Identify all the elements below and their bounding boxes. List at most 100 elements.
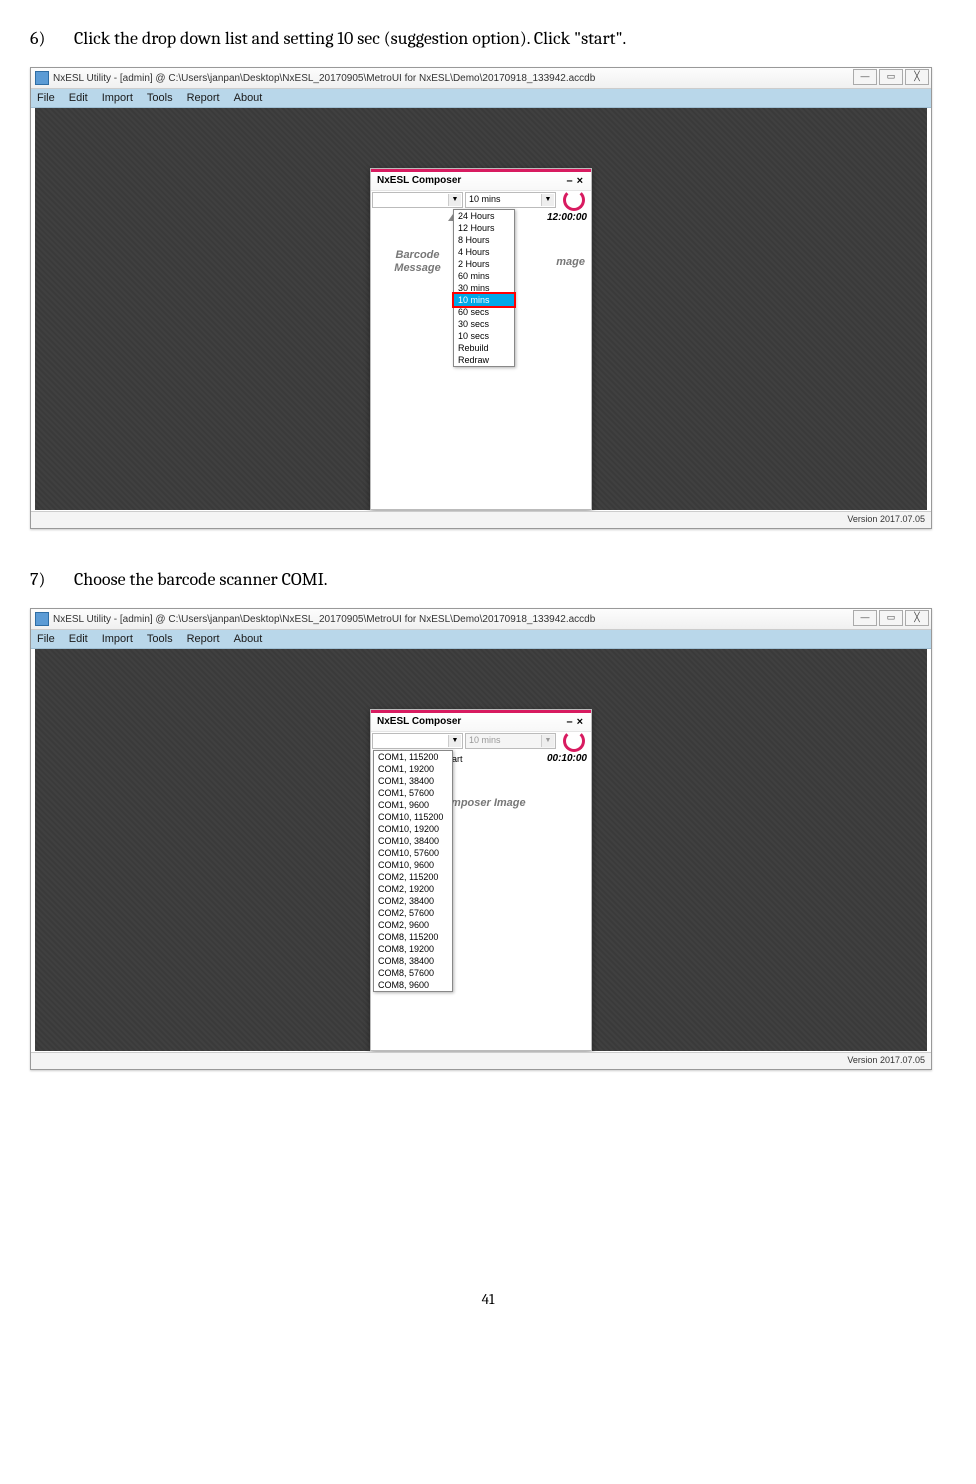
minimize-button[interactable]: — <box>853 69 877 85</box>
port-combo[interactable]: ▼ <box>372 733 463 749</box>
step-7-text: Choose the barcode scanner COMI. <box>74 569 328 590</box>
port-option[interactable]: COM10, 115200 <box>374 811 452 823</box>
interval-option[interactable]: Redraw <box>454 354 514 366</box>
maximize-button[interactable]: ▭ <box>879 69 903 85</box>
interval-option[interactable]: 4 Hours <box>454 246 514 258</box>
composer-minimize[interactable]: – <box>566 716 576 728</box>
menu-about[interactable]: About <box>234 92 263 104</box>
interval-combo-value: 10 mins <box>469 735 501 745</box>
interval-combo[interactable]: 10 mins ▼ <box>465 192 556 208</box>
composer-header: NxESL Composer –× <box>371 169 591 190</box>
composer-title: NxESL Composer <box>377 716 461 727</box>
port-option[interactable]: COM10, 9600 <box>374 859 452 871</box>
port-option[interactable]: COM2, 9600 <box>374 919 452 931</box>
menu-import[interactable]: Import <box>102 633 133 645</box>
window-title: NxESL Utility - [admin] @ C:\Users\janpa… <box>53 614 595 625</box>
workspace: NxESL Composer –× ▼ 10 mins ▼ <box>35 649 927 1051</box>
port-option[interactable]: COM8, 19200 <box>374 943 452 955</box>
interval-option[interactable]: 30 mins <box>454 282 514 294</box>
menu-file[interactable]: File <box>37 92 55 104</box>
port-option[interactable]: COM8, 9600 <box>374 979 452 991</box>
interval-option[interactable]: 10 secs <box>454 330 514 342</box>
port-option[interactable]: COM2, 115200 <box>374 871 452 883</box>
menu-import[interactable]: Import <box>102 92 133 104</box>
menu-report[interactable]: Report <box>187 633 220 645</box>
step-7-heading: 7) Choose the barcode scanner COMI. <box>30 569 946 590</box>
app-window-2: NxESL Utility - [admin] @ C:\Users\janpa… <box>30 608 932 1070</box>
interval-option[interactable]: 12 Hours <box>454 222 514 234</box>
interval-option[interactable]: 10 mins <box>454 294 514 306</box>
port-option[interactable]: COM8, 115200 <box>374 931 452 943</box>
interval-option[interactable]: 8 Hours <box>454 234 514 246</box>
menu-about[interactable]: About <box>234 633 263 645</box>
chevron-down-icon: ▼ <box>541 735 554 747</box>
port-combo[interactable]: ▼ <box>372 192 463 208</box>
interval-combo-value: 10 mins <box>469 194 501 204</box>
menu-tools[interactable]: Tools <box>147 92 173 104</box>
menu-edit[interactable]: Edit <box>69 92 88 104</box>
app-window-1: NxESL Utility - [admin] @ C:\Users\janpa… <box>30 67 932 529</box>
chevron-down-icon: ▼ <box>541 194 554 206</box>
statusbar: Version 2017.07.05 <box>31 1052 931 1069</box>
composer-close[interactable]: × <box>577 175 587 187</box>
app-icon <box>35 612 49 626</box>
interval-option[interactable]: 24 Hours <box>454 210 514 222</box>
version-label: Version 2017.07.05 <box>847 514 925 524</box>
timer-label: 00:10:00 <box>535 750 591 768</box>
interval-option[interactable]: Rebuild <box>454 342 514 354</box>
port-option[interactable]: COM10, 57600 <box>374 847 452 859</box>
port-option[interactable]: COM1, 38400 <box>374 775 452 787</box>
menu-tools[interactable]: Tools <box>147 633 173 645</box>
menubar: File Edit Import Tools Report About <box>31 89 931 108</box>
interval-option[interactable]: 30 secs <box>454 318 514 330</box>
page-number: 41 <box>30 1290 946 1308</box>
step-6-text: Click the drop down list and setting 10 … <box>74 28 626 49</box>
port-option[interactable]: COM2, 38400 <box>374 895 452 907</box>
composer-title: NxESL Composer <box>377 175 461 186</box>
step-6-heading: 6) Click the drop down list and setting … <box>30 28 946 49</box>
composer-minimize[interactable]: – <box>566 175 576 187</box>
interval-option[interactable]: 60 secs <box>454 306 514 318</box>
step-6-number: 6) <box>30 28 70 49</box>
composer-header-buttons: –× <box>566 713 587 731</box>
interval-dropdown[interactable]: 24 Hours12 Hours8 Hours4 Hours2 Hours60 … <box>453 209 515 367</box>
port-option[interactable]: COM8, 57600 <box>374 967 452 979</box>
port-option[interactable]: COM1, 19200 <box>374 763 452 775</box>
minimize-button[interactable]: — <box>853 610 877 626</box>
version-label: Version 2017.07.05 <box>847 1055 925 1065</box>
port-option[interactable]: COM1, 57600 <box>374 787 452 799</box>
composer-header: NxESL Composer –× <box>371 710 591 731</box>
close-button[interactable]: ╳ <box>905 610 929 626</box>
close-button[interactable]: ╳ <box>905 69 929 85</box>
port-option[interactable]: COM1, 115200 <box>374 751 452 763</box>
titlebar: NxESL Utility - [admin] @ C:\Users\janpa… <box>31 609 931 630</box>
interval-combo[interactable]: 10 mins ▼ <box>465 733 556 749</box>
port-option[interactable]: COM1, 9600 <box>374 799 452 811</box>
maximize-button[interactable]: ▭ <box>879 610 903 626</box>
statusbar: Version 2017.07.05 <box>31 511 931 528</box>
menu-report[interactable]: Report <box>187 92 220 104</box>
port-option[interactable]: COM10, 19200 <box>374 823 452 835</box>
menubar: File Edit Import Tools Report About <box>31 630 931 649</box>
composer-close[interactable]: × <box>577 716 587 728</box>
window-title: NxESL Utility - [admin] @ C:\Users\janpa… <box>53 73 595 84</box>
chevron-down-icon: ▼ <box>448 735 461 747</box>
window-buttons: — ▭ ╳ <box>853 610 929 626</box>
spinner-cell <box>557 732 591 750</box>
port-dropdown[interactable]: COM1, 115200COM1, 19200COM1, 38400COM1, … <box>373 750 453 992</box>
app-icon <box>35 71 49 85</box>
port-option[interactable]: COM2, 57600 <box>374 907 452 919</box>
loading-spinner-icon <box>563 189 585 211</box>
port-option[interactable]: COM2, 19200 <box>374 883 452 895</box>
menu-edit[interactable]: Edit <box>69 633 88 645</box>
menu-file[interactable]: File <box>37 633 55 645</box>
port-option[interactable]: COM10, 38400 <box>374 835 452 847</box>
composer-dialog: NxESL Composer –× ▼ 10 mins ▼ <box>370 709 592 1051</box>
interval-option[interactable]: 2 Hours <box>454 258 514 270</box>
port-option[interactable]: COM8, 38400 <box>374 955 452 967</box>
workspace: NxESL Composer –× ▼ 10 mins ▼ <box>35 108 927 510</box>
composer-dialog: NxESL Composer –× ▼ 10 mins ▼ <box>370 168 592 510</box>
composer-header-buttons: –× <box>566 172 587 190</box>
loading-spinner-icon <box>563 730 585 752</box>
interval-option[interactable]: 60 mins <box>454 270 514 282</box>
